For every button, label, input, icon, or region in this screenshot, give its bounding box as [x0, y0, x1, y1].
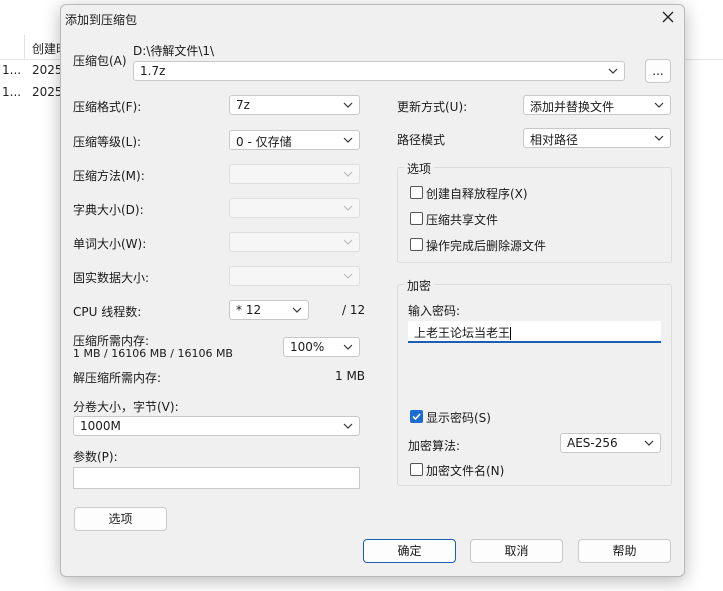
dict-label: 字典大小(D):	[73, 203, 144, 217]
options-group-title: 选项	[404, 160, 435, 177]
list-item-date[interactable]: 2025	[32, 85, 63, 99]
list-item-date[interactable]: 2025	[32, 63, 63, 77]
word-select[interactable]	[229, 232, 360, 252]
encryption-group-title: 加密	[404, 277, 435, 294]
cpu-select[interactable]: * 12	[229, 300, 309, 320]
method-select[interactable]	[229, 164, 360, 184]
level-label: 压缩等级(L):	[73, 135, 142, 149]
cpu-value: * 12	[236, 303, 262, 317]
chevron-down-icon	[343, 205, 353, 211]
method-label: 压缩方法(M):	[73, 169, 145, 183]
delete-source-label: 操作完成后删除源文件	[426, 239, 547, 253]
volume-value: 1000M	[80, 419, 121, 433]
mem-percent-select[interactable]: 100%	[283, 337, 360, 357]
volume-label: 分卷大小，字节(V):	[73, 400, 179, 414]
solid-select[interactable]	[229, 266, 360, 286]
chevron-down-icon	[608, 68, 618, 74]
encryption-method-label: 加密算法:	[408, 439, 461, 453]
dialog-title: 添加到压缩包	[65, 13, 138, 27]
help-button[interactable]: 帮助	[578, 539, 671, 563]
password-input[interactable]: 上老王论坛当老王	[408, 321, 661, 343]
ok-button[interactable]: 确定	[363, 539, 456, 563]
path-mode-value: 相对路径	[530, 133, 579, 147]
archive-name-value: 1.7z	[140, 64, 166, 78]
show-password-checkbox[interactable]	[410, 410, 423, 423]
column-divider	[24, 35, 25, 59]
cancel-button[interactable]: 取消	[470, 539, 563, 563]
path-mode-label: 路径模式	[397, 133, 446, 147]
checkmark-icon	[412, 413, 421, 421]
params-input[interactable]	[73, 467, 360, 489]
encryption-group: 加密 输入密码: 上老王论坛当老王 显示密码(S) 加密算法: AES-256 …	[397, 277, 672, 486]
encrypt-names-label: 加密文件名(N)	[426, 464, 505, 478]
shared-files-checkbox[interactable]	[410, 212, 423, 225]
chevron-down-icon	[343, 423, 353, 429]
volume-combobox[interactable]: 1000M	[73, 416, 360, 436]
chevron-down-icon	[644, 440, 654, 446]
format-select[interactable]: 7z	[229, 95, 360, 115]
path-mode-select[interactable]: 相对路径	[523, 128, 671, 148]
list-item-name[interactable]: 1...	[2, 85, 21, 99]
archive-label: 压缩包(A)	[73, 54, 127, 68]
params-label: 参数(P):	[73, 450, 118, 464]
update-label: 更新方式(U):	[397, 100, 468, 114]
chevron-down-icon	[343, 102, 353, 108]
decomp-value: 1 MB	[335, 369, 366, 383]
level-value: 0 - 仅存储	[236, 135, 292, 149]
format-label: 压缩格式(F):	[73, 100, 142, 114]
chevron-down-icon	[292, 307, 302, 313]
chevron-down-icon	[343, 273, 353, 279]
shared-files-label: 压缩共享文件	[426, 213, 499, 227]
mem-percent-value: 100%	[290, 340, 325, 354]
format-value: 7z	[236, 98, 250, 112]
encryption-method-value: AES-256	[567, 436, 618, 450]
options-button[interactable]: 选项	[74, 507, 167, 531]
encryption-method-select[interactable]: AES-256	[560, 433, 661, 453]
chevron-down-icon	[343, 344, 353, 350]
solid-label: 固实数据大小:	[73, 271, 150, 285]
add-to-archive-dialog: 添加到压缩包 压缩包(A) D:\待解文件\1\ 1.7z ... 压缩格式(F…	[60, 4, 685, 577]
dict-select[interactable]	[229, 198, 360, 218]
chevron-down-icon	[654, 135, 664, 141]
chevron-down-icon	[343, 239, 353, 245]
list-item-name[interactable]: 1...	[2, 63, 21, 77]
close-icon[interactable]	[661, 10, 675, 24]
decomp-label: 解压缩所需内存:	[73, 371, 162, 385]
encrypt-names-checkbox[interactable]	[410, 463, 423, 476]
update-value: 添加并替换文件	[530, 100, 615, 114]
options-group: 选项 创建自释放程序(X) 压缩共享文件 操作完成后删除源文件	[397, 160, 672, 263]
show-password-label: 显示密码(S)	[426, 411, 491, 425]
password-label: 输入密码:	[408, 304, 461, 318]
cpu-max: / 12	[342, 303, 366, 317]
archive-name-combobox[interactable]: 1.7z	[133, 61, 625, 81]
chevron-down-icon	[343, 171, 353, 177]
mem-value: 1 MB / 16106 MB / 16106 MB	[73, 347, 233, 360]
update-select[interactable]: 添加并替换文件	[523, 95, 671, 115]
sfx-checkbox[interactable]	[410, 186, 423, 199]
delete-source-checkbox[interactable]	[410, 238, 423, 251]
level-select[interactable]: 0 - 仅存储	[229, 130, 360, 150]
sfx-label: 创建自释放程序(X)	[426, 187, 528, 201]
chevron-down-icon	[343, 137, 353, 143]
text-cursor	[510, 327, 512, 340]
word-label: 单词大小(W):	[73, 237, 147, 251]
title-bar: 添加到压缩包	[61, 5, 684, 31]
cpu-label: CPU 线程数:	[73, 305, 142, 319]
browse-button[interactable]: ...	[645, 59, 671, 83]
password-value: 上老王论坛当老王	[414, 326, 511, 340]
archive-path: D:\待解文件\1\	[133, 44, 215, 58]
chevron-down-icon	[654, 102, 664, 108]
